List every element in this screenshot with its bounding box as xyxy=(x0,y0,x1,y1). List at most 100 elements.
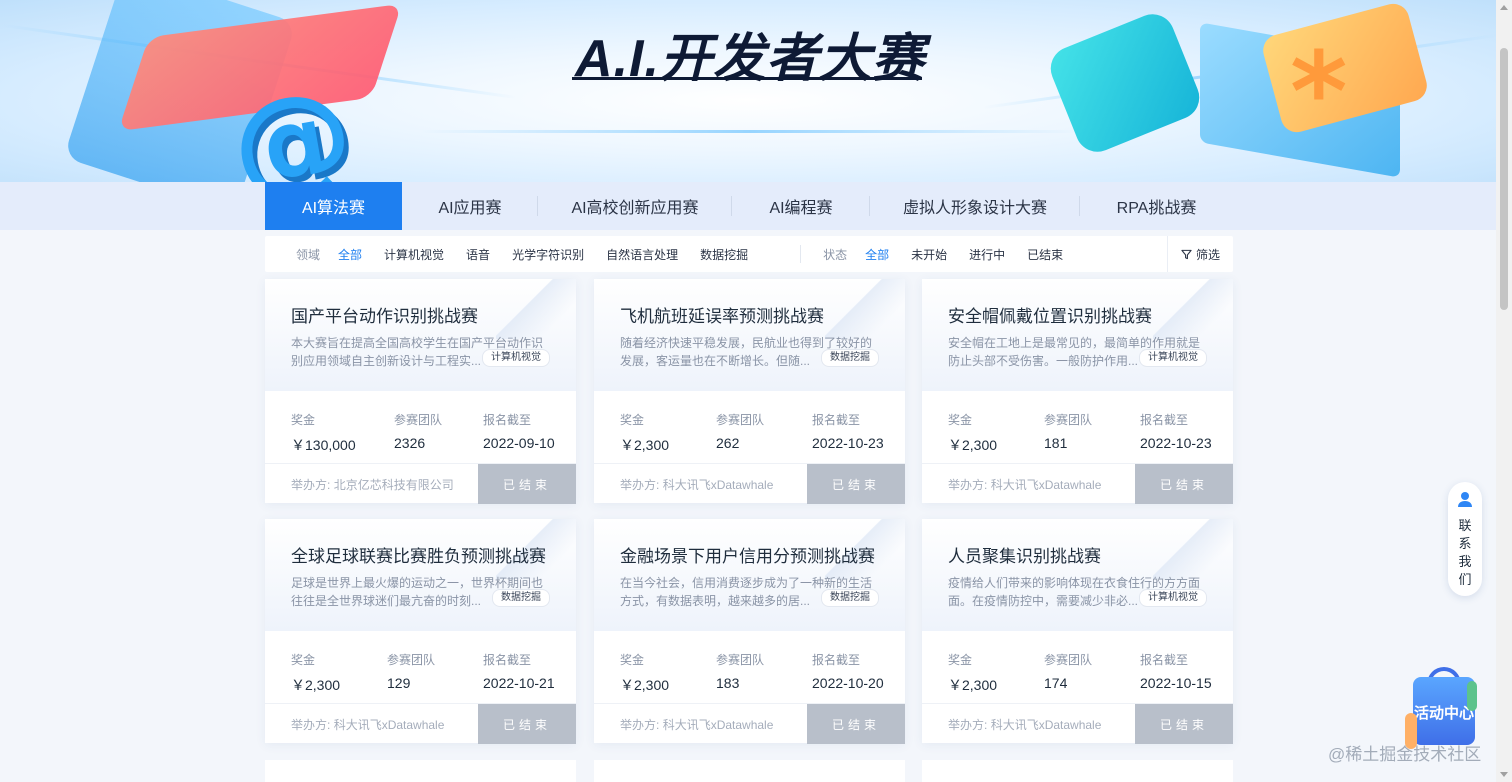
status-button[interactable]: 已结束 xyxy=(807,464,905,504)
organizer-prefix: 举办方: xyxy=(620,718,660,732)
status-option-in-progress[interactable]: 进行中 xyxy=(969,246,1005,263)
tab-ai-application[interactable]: AI应用赛 xyxy=(402,182,538,230)
teams-label: 参赛团队 xyxy=(716,413,765,427)
domain-option-data-mining[interactable]: 数据挖掘 xyxy=(700,246,748,263)
card-title[interactable]: 飞机航班延误率预测挑战赛 xyxy=(620,302,824,327)
teams-value: 2326 xyxy=(394,435,426,451)
teams-value: 183 xyxy=(716,675,740,691)
status-button[interactable]: 已结束 xyxy=(807,704,905,744)
light-ray xyxy=(420,130,1080,133)
tab-label: RPA挑战赛 xyxy=(1116,200,1197,217)
decor-teal-block xyxy=(1044,7,1206,159)
organizer-name: 科大讯飞xDatawhale xyxy=(662,478,774,492)
domain-option-all[interactable]: 全部 xyxy=(338,246,362,263)
prize-value: ￥2,300 xyxy=(948,677,998,693)
scrollbar-thumb[interactable] xyxy=(1500,48,1508,310)
teams-value: 129 xyxy=(387,675,411,691)
status-option-ended[interactable]: 已结束 xyxy=(1027,246,1063,263)
organizer-prefix: 举办方: xyxy=(948,478,988,492)
tab-label: AI应用赛 xyxy=(438,200,502,217)
prize-label: 奖金 xyxy=(620,413,645,427)
tab-label: AI编程赛 xyxy=(769,200,833,217)
deadline-value: 2022-10-23 xyxy=(812,435,884,451)
prize-label: 奖金 xyxy=(620,653,645,667)
competition-card-partial[interactable] xyxy=(594,760,905,782)
organizer-prefix: 举办方: xyxy=(620,478,660,492)
tab-label: 虚拟人形象设计大赛 xyxy=(902,200,1047,217)
tab-ai-programming[interactable]: AI编程赛 xyxy=(732,182,870,230)
teams-label: 参赛团队 xyxy=(716,653,765,667)
competition-card[interactable]: 人员聚集识别挑战赛 疫情给人们带来的影响体现在衣食住行的方方面面。在疫情防控中，… xyxy=(922,519,1233,744)
domain-option-ocr[interactable]: 光学字符识别 xyxy=(512,246,584,263)
prize-label: 奖金 xyxy=(291,653,316,667)
competition-card[interactable]: 飞机航班延误率预测挑战赛 随着经济快速平稳发展，民航业也得到了较好的发展，客运量… xyxy=(594,279,905,504)
filter-button[interactable]: 筛选 xyxy=(1167,236,1233,272)
organizer: 举办方: 科大讯飞xDatawhale xyxy=(620,716,773,733)
tab-rpa-challenge[interactable]: RPA挑战赛 xyxy=(1080,182,1233,230)
deadline-value: 2022-10-20 xyxy=(812,675,884,691)
competition-card-partial[interactable] xyxy=(265,760,576,782)
scroll-up-icon[interactable] xyxy=(1500,5,1508,10)
card-title[interactable]: 全球足球联赛比赛胜负预测挑战赛 xyxy=(291,542,546,567)
prize-value: ￥130,000 xyxy=(291,437,356,453)
competition-card[interactable]: 全球足球联赛比赛胜负预测挑战赛 足球是世界上最火爆的运动之一，世界杯期间也往往是… xyxy=(265,519,576,744)
organizer: 举办方: 科大讯飞xDatawhale xyxy=(291,716,444,733)
scroll-down-icon[interactable] xyxy=(1500,772,1508,777)
tab-label: AI算法赛 xyxy=(301,200,366,217)
teams-label: 参赛团队 xyxy=(1044,413,1093,427)
prize-value: ￥2,300 xyxy=(948,437,998,453)
deadline-label: 报名截至 xyxy=(812,653,861,667)
status-option-all[interactable]: 全部 xyxy=(865,246,889,263)
deadline-value: 2022-09-10 xyxy=(483,435,555,451)
card-domain-tag: 计算机视觉 xyxy=(482,349,550,367)
activity-center-label: 活动中心 xyxy=(1413,705,1474,722)
organizer-prefix: 举办方: xyxy=(291,478,331,492)
card-domain-tag: 计算机视觉 xyxy=(1139,589,1207,607)
organizer-name: 科大讯飞xDatawhale xyxy=(333,718,445,732)
card-title[interactable]: 安全帽佩戴位置识别挑战赛 xyxy=(948,302,1152,327)
card-title[interactable]: 国产平台动作识别挑战赛 xyxy=(291,302,478,327)
competition-card[interactable]: 安全帽佩戴位置识别挑战赛 安全帽在工地上是最常见的，最简单的作用就是防止头部不受… xyxy=(922,279,1233,504)
domain-option-nlp[interactable]: 自然语言处理 xyxy=(606,246,678,263)
status-label: 状态 xyxy=(823,247,848,262)
asterisk-decor: * xyxy=(1290,28,1348,156)
deadline-label: 报名截至 xyxy=(812,413,861,427)
card-title[interactable]: 人员聚集识别挑战赛 xyxy=(948,542,1101,567)
organizer-name: 科大讯飞xDatawhale xyxy=(990,718,1102,732)
tab-virtual-human-design[interactable]: 虚拟人形象设计大赛 xyxy=(870,182,1080,230)
teams-value: 181 xyxy=(1044,435,1068,451)
domain-option-speech[interactable]: 语音 xyxy=(466,246,490,263)
prize-value: ￥2,300 xyxy=(620,437,670,453)
teams-value: 262 xyxy=(716,435,740,451)
tab-ai-algorithm[interactable]: AI算法赛 xyxy=(265,182,402,230)
card-title[interactable]: 金融场景下用户信用分预测挑战赛 xyxy=(620,542,875,567)
status-button[interactable]: 已结束 xyxy=(1135,704,1233,744)
organizer-prefix: 举办方: xyxy=(948,718,988,732)
organizer: 举办方: 科大讯飞xDatawhale xyxy=(948,716,1101,733)
watermark: @稀土掘金技术社区 xyxy=(1328,745,1482,764)
deadline-value: 2022-10-21 xyxy=(483,675,555,691)
status-option-not-started[interactable]: 未开始 xyxy=(911,246,947,263)
teams-label: 参赛团队 xyxy=(1044,653,1093,667)
logo-underline xyxy=(572,77,922,80)
competition-card-partial[interactable] xyxy=(922,760,1233,782)
status-button[interactable]: 已结束 xyxy=(478,464,576,504)
contact-us-label: 联系我们 xyxy=(1458,518,1472,587)
domain-option-cv[interactable]: 计算机视觉 xyxy=(384,246,444,263)
user-icon xyxy=(1458,492,1472,507)
card-domain-tag: 数据挖掘 xyxy=(821,349,879,367)
page-scrollbar[interactable] xyxy=(1496,0,1512,782)
teams-value: 174 xyxy=(1044,675,1068,691)
tab-ai-campus-innovation[interactable]: AI高校创新应用赛 xyxy=(538,182,732,230)
competition-card[interactable]: 国产平台动作识别挑战赛 本大赛旨在提高全国高校学生在国产平台动作识别应用领域自主… xyxy=(265,279,576,504)
teams-label: 参赛团队 xyxy=(387,653,436,667)
filter-divider xyxy=(800,245,802,263)
deadline-value: 2022-10-23 xyxy=(1140,435,1212,451)
organizer-name: 科大讯飞xDatawhale xyxy=(662,718,774,732)
status-button[interactable]: 已结束 xyxy=(1135,464,1233,504)
competition-card[interactable]: 金融场景下用户信用分预测挑战赛 在当今社会，信用消费逐步成为了一种新的生活方式，… xyxy=(594,519,905,744)
status-button[interactable]: 已结束 xyxy=(478,704,576,744)
contact-us-button[interactable]: 联系我们 xyxy=(1448,482,1482,596)
hero-banner: @ * A.I.开发者大赛 xyxy=(0,0,1496,182)
filter-button-label: 筛选 xyxy=(1195,247,1220,262)
